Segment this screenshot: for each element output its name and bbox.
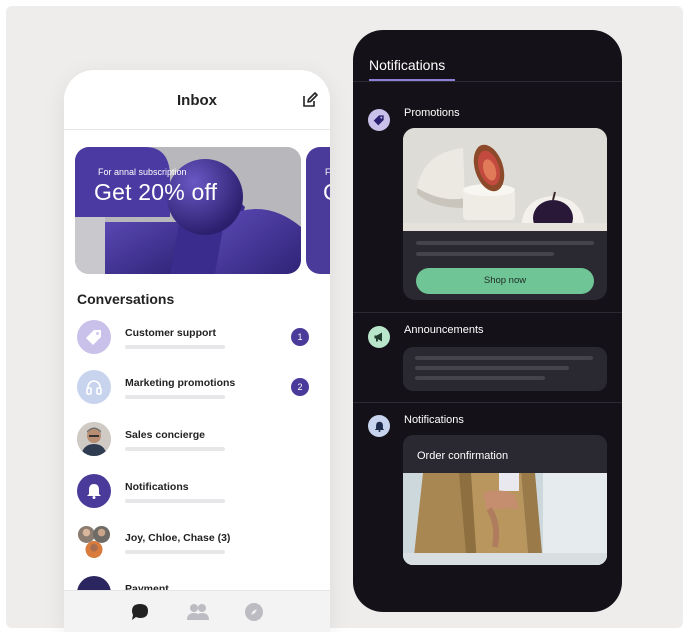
order-confirmation-card[interactable]: Order confirmation (403, 435, 607, 565)
megaphone-icon (374, 332, 382, 342)
conversation-name: Joy, Chloe, Chase (3) (125, 532, 231, 544)
conversation-row-notifications[interactable]: Notifications (77, 474, 317, 518)
conversation-preview-placeholder (125, 447, 225, 451)
inbox-header: Inbox (64, 70, 330, 130)
bell-icon (374, 421, 384, 432)
inbox-screen: Inbox For annal subscription Get 20% off… (64, 70, 330, 632)
order-photo (403, 473, 607, 565)
section-divider (353, 312, 622, 313)
section-title-announcements: Announcements (404, 324, 484, 336)
unread-badge: 2 (291, 378, 309, 396)
inbox-title: Inbox (177, 92, 217, 109)
group-avatar (77, 525, 111, 559)
promotion-text-placeholder (416, 252, 554, 256)
avatar (77, 474, 111, 508)
conversation-row-sales-concierge[interactable]: Sales concierge (77, 422, 317, 466)
promotion-photo (403, 128, 607, 231)
conversation-row-marketing-promotions[interactable]: Marketing promotions 2 (77, 370, 317, 414)
promo-next-headline: G (323, 179, 330, 206)
fig-photo (403, 128, 607, 231)
bottom-nav (64, 590, 330, 632)
conversation-preview-placeholder (125, 395, 225, 399)
section-icon (368, 326, 390, 348)
bell-icon (87, 484, 101, 499)
conversation-name: Notifications (125, 481, 189, 493)
tag-icon (373, 115, 384, 126)
section-divider (353, 402, 622, 403)
headphones-icon (86, 380, 102, 395)
announcement-text-placeholder (415, 366, 569, 370)
section-title-notifications: Notifications (404, 414, 464, 426)
conversation-name: Marketing promotions (125, 377, 236, 389)
section-icon (368, 109, 390, 131)
tag-icon (86, 330, 101, 345)
announcement-card[interactable] (403, 347, 607, 391)
conversation-row-customer-support[interactable]: Customer support 1 (77, 320, 317, 364)
compass-icon[interactable] (244, 602, 264, 622)
shop-now-button[interactable]: Shop now (416, 268, 594, 294)
avatar (77, 422, 111, 456)
section-icon (368, 415, 390, 437)
promo-card-next[interactable]: F G (306, 147, 330, 274)
announcement-text-placeholder (415, 376, 545, 380)
unread-badge: 1 (291, 328, 309, 346)
promo-card[interactable]: For annal subscription Get 20% off (75, 147, 301, 274)
notifications-screen: Notifications Promotions Shop now Announ… (353, 30, 622, 612)
notifications-tab[interactable]: Notifications (369, 57, 445, 73)
conversation-row-group[interactable]: Joy, Chloe, Chase (3) (77, 525, 317, 569)
promotion-card[interactable]: Shop now (403, 128, 607, 300)
avatar (77, 320, 111, 354)
header-divider (353, 81, 622, 82)
conversation-preview-placeholder (125, 345, 225, 349)
conversation-name: Sales concierge (125, 429, 205, 441)
conversation-preview-placeholder (125, 499, 225, 503)
conversations-title: Conversations (77, 291, 175, 307)
group-photos (77, 525, 111, 559)
order-confirmation-title: Order confirmation (417, 450, 509, 462)
conversation-name: Customer support (125, 327, 217, 339)
promo-kicker: For annal subscription (98, 167, 187, 177)
section-title-promotions: Promotions (404, 107, 460, 119)
conversation-preview-placeholder (125, 550, 225, 554)
person-photo (77, 422, 111, 456)
promo-next-kicker: F (325, 167, 330, 177)
avatar (77, 370, 111, 404)
announcement-text-placeholder (415, 356, 593, 360)
promotion-text-placeholder (416, 241, 594, 245)
coat-photo (403, 473, 607, 565)
promo-headline: Get 20% off (94, 179, 218, 205)
edit-icon[interactable] (302, 92, 318, 108)
people-icon[interactable] (186, 602, 210, 622)
chat-icon[interactable] (130, 602, 150, 622)
